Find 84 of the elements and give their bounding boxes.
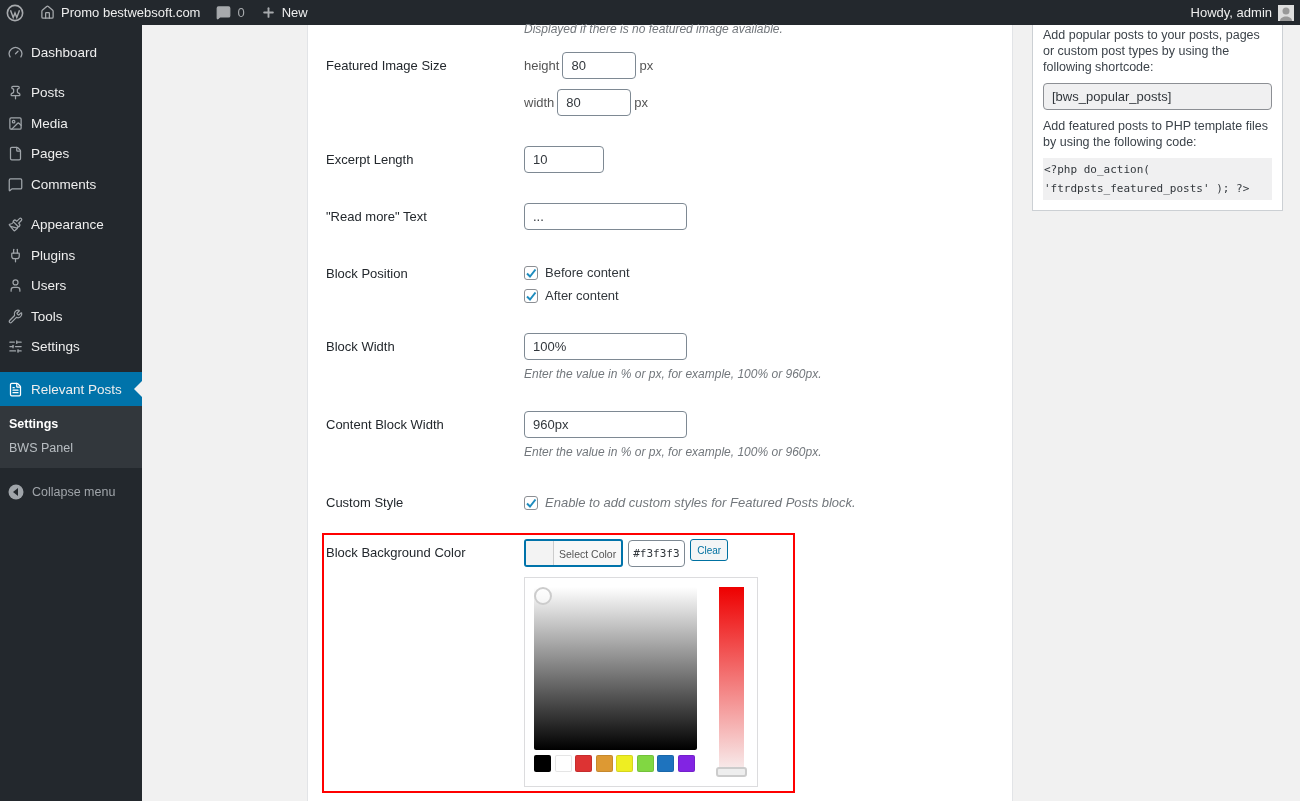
menu-item[interactable]: Dashboard: [0, 37, 142, 68]
logo-icon[interactable]: [6, 3, 24, 22]
hue-slider[interactable]: [716, 587, 747, 777]
color-swatch[interactable]: [575, 755, 592, 772]
input-field[interactable]: 80: [557, 89, 632, 116]
picker-handle[interactable]: [534, 587, 552, 605]
check-icon: [525, 266, 537, 279]
field-description: Displayed if there is no featured image available.: [523, 25, 784, 37]
unit-label: px: [639, 58, 654, 73]
field-label: "Read more" Text: [326, 208, 428, 224]
check-icon: [525, 496, 537, 509]
menu-item[interactable]: Posts: [0, 77, 142, 108]
color-swatch[interactable]: [636, 755, 654, 772]
field-description: Enter the value in % or px, for example, 100% or 960px.: [524, 367, 823, 381]
field-label: Featured Image Size: [326, 57, 448, 73]
input-field[interactable]: 100%: [524, 333, 687, 360]
field-label: Block Position: [326, 265, 409, 281]
color-swatch[interactable]: [534, 755, 551, 772]
color-swatch[interactable]: [595, 755, 613, 772]
checkbox[interactable]: [524, 288, 538, 303]
menu-icon: [8, 85, 23, 101]
input-field[interactable]: 80: [562, 52, 637, 79]
field-prefix: height: [524, 58, 560, 73]
color-swatch[interactable]: [554, 755, 572, 772]
color-swatch[interactable]: [657, 755, 674, 772]
input-field[interactable]: 960px: [524, 411, 687, 438]
input-field[interactable]: ...: [524, 203, 687, 230]
menu-icon: [8, 339, 23, 355]
menu-item[interactable]: Media: [0, 108, 142, 139]
new-link[interactable]: New: [260, 5, 308, 20]
menu-icon: [8, 381, 23, 397]
field-prefix: width: [524, 95, 555, 110]
clear-button[interactable]: Clear: [690, 539, 729, 561]
plus-icon: [260, 5, 276, 20]
menu-icon: [8, 115, 23, 131]
shortcode-field[interactable]: [bws_popular_posts]: [1043, 83, 1272, 110]
input-field[interactable]: 10: [524, 146, 604, 173]
comment-icon: [216, 5, 232, 20]
menu-item[interactable]: Pages: [0, 138, 142, 169]
menu-item[interactable]: Relevant Posts: [0, 372, 142, 406]
comments-link[interactable]: 0: [216, 5, 245, 20]
check-icon: [525, 289, 537, 302]
menu-item[interactable]: Settings: [0, 331, 142, 362]
hex-input-field[interactable]: #f3f3f3: [628, 539, 686, 567]
code-snippet: <?php do_action( 'ftrdpsts_featured_posts' ); ?>: [1043, 158, 1272, 200]
field-label: Custom Style: [326, 494, 405, 510]
menu-icon: [8, 146, 23, 162]
menu-item[interactable]: Tools: [0, 301, 142, 332]
checkbox[interactable]: [524, 495, 538, 510]
color-swatch[interactable]: [616, 755, 633, 772]
color-swatch[interactable]: [677, 755, 695, 772]
field-description: Enter the value in % or px, for example, 100% or 960px.: [524, 445, 823, 459]
checkbox-label: After content: [545, 288, 619, 303]
saturation-square[interactable]: [534, 587, 697, 750]
menu-item[interactable]: Users: [0, 270, 142, 301]
collapse-menu-button[interactable]: Collapse menu: [0, 478, 142, 506]
info-text: Add featured posts to PHP template files by using the following code:: [1043, 118, 1269, 150]
unit-label: px: [634, 95, 649, 110]
site-link[interactable]: Promo bestwebsoft.com: [40, 5, 201, 20]
menu-icon: [8, 308, 23, 324]
menu-icon: [8, 247, 23, 263]
info-text: Add popular posts to your posts, pages or custom post types by using the following shortcode:: [1043, 27, 1261, 75]
select-color-button[interactable]: Select Color: [524, 539, 624, 567]
menu-icon: [8, 217, 23, 233]
field-label: Content Block Width: [326, 416, 445, 432]
collapse-icon: [8, 484, 24, 500]
menu-item[interactable]: Appearance: [0, 209, 142, 240]
field-label: Excerpt Length: [326, 151, 415, 167]
menu-item[interactable]: Plugins: [0, 240, 142, 271]
slider-handle[interactable]: [716, 767, 747, 777]
submenu-item[interactable]: Settings: [0, 412, 142, 436]
avatar-icon: [1278, 4, 1294, 21]
account-link[interactable]: Howdy, admin: [1190, 4, 1294, 21]
menu-icon: [8, 176, 23, 192]
checkbox-label: Enable to add custom styles for Featured Posts block.: [545, 495, 856, 510]
menu-item[interactable]: Comments: [0, 169, 142, 200]
checkbox[interactable]: [524, 265, 538, 280]
menu-icon: [8, 44, 23, 60]
submenu-item[interactable]: BWS Panel: [0, 436, 142, 460]
menu-icon: [8, 278, 23, 294]
home-icon: [40, 5, 55, 20]
field-label: Block Background Color: [326, 544, 467, 560]
field-label: Block Width: [326, 338, 396, 354]
checkbox-label: Before content: [545, 265, 630, 280]
